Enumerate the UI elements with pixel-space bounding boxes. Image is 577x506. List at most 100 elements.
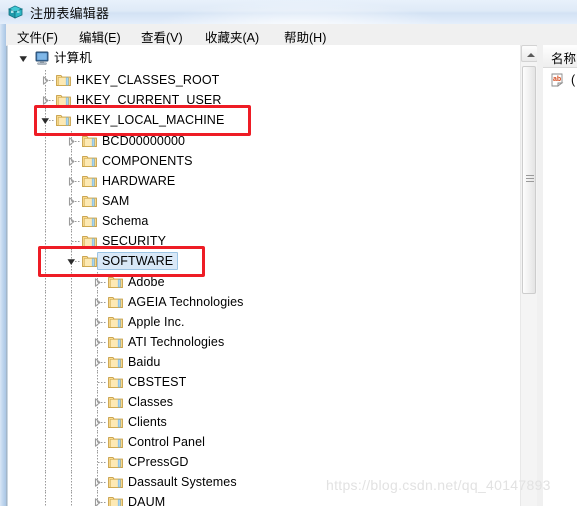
tree-row-3[interactable]: HKEY_CURRENT_USER — [8, 90, 520, 110]
tree-row-label: HKEY_CLASSES_ROOT — [76, 73, 220, 87]
scrollbar-thumb[interactable] — [522, 66, 536, 294]
tree-row-13[interactable]: AGEIA Technologies — [8, 292, 520, 312]
tree-row-label: BCD00000000 — [102, 134, 186, 148]
folder-icon — [108, 475, 123, 489]
tree-row-22[interactable]: Dassault Systemes — [8, 472, 520, 492]
tree-guide-line — [45, 452, 46, 472]
tree-guide-line — [98, 382, 107, 383]
tree-guide-line — [45, 292, 46, 312]
tree-guide-line — [72, 241, 81, 242]
tree-row-2[interactable]: HKEY_CLASSES_ROOT — [8, 70, 520, 90]
tree-row-23[interactable]: DAUM — [8, 492, 520, 506]
tree-guide-line — [45, 191, 46, 211]
tree-row-16[interactable]: Baidu — [8, 352, 520, 372]
tree-row-18[interactable]: Classes — [8, 392, 520, 412]
folder-icon — [82, 254, 97, 268]
tree-guide-line — [45, 151, 46, 171]
folder-icon — [108, 375, 123, 389]
window-title: 注册表编辑器 — [30, 6, 110, 21]
tree-row-8[interactable]: SAM — [8, 191, 520, 211]
values-list-pane[interactable]: 名称 ab ( — [543, 45, 577, 506]
expand-triangle-right-icon[interactable] — [40, 75, 51, 86]
expand-triangle-right-icon[interactable] — [40, 95, 51, 106]
tree-row-label: Control Panel — [128, 435, 206, 449]
expand-triangle-down-icon[interactable] — [66, 256, 77, 267]
tree-row-19[interactable]: Clients — [8, 412, 520, 432]
expand-triangle-right-icon[interactable] — [66, 216, 77, 227]
tree-vertical-scrollbar[interactable] — [520, 45, 538, 506]
tree-row-14[interactable]: Apple Inc. — [8, 312, 520, 332]
tree-guide-line — [71, 352, 72, 372]
expand-triangle-right-icon[interactable] — [92, 397, 103, 408]
expand-triangle-right-icon[interactable] — [92, 337, 103, 348]
tree-row-7[interactable]: HARDWARE — [8, 171, 520, 191]
title-bar: 注册表编辑器 — [0, 0, 577, 24]
expand-triangle-down-icon[interactable] — [40, 115, 51, 126]
folder-icon — [56, 73, 71, 87]
tree-row-label: Apple Inc. — [128, 315, 185, 329]
tree-row-11[interactable]: SOFTWARE — [8, 251, 520, 271]
tree-row-label: Dassault Systemes — [128, 475, 237, 489]
scrollbar-grip-icon — [526, 175, 534, 182]
expand-triangle-right-icon[interactable] — [92, 297, 103, 308]
expand-triangle-right-icon[interactable] — [66, 196, 77, 207]
expand-triangle-right-icon[interactable] — [92, 497, 103, 506]
expand-triangle-right-icon[interactable] — [66, 136, 77, 147]
tree-row-label: Adobe — [128, 275, 165, 289]
tree-guide-line — [45, 171, 46, 191]
tree-row-12[interactable]: Adobe — [8, 272, 520, 292]
tree-row-20[interactable]: Control Panel — [8, 432, 520, 452]
tree-guide-line — [45, 231, 46, 251]
tree-guide-line — [45, 492, 46, 506]
expand-triangle-right-icon[interactable] — [92, 277, 103, 288]
tree-guide-line — [71, 372, 72, 392]
registry-editor-window: 注册表编辑器 文件(F) 编辑(E) 查看(V) 收藏夹(A) 帮助(H) 计算机 HKE… — [0, 0, 577, 506]
tree-row-label: DAUM — [128, 495, 166, 506]
tree-guide-line — [71, 332, 72, 352]
tree-guide-line — [71, 492, 72, 506]
expand-triangle-right-icon[interactable] — [92, 317, 103, 328]
expand-triangle-right-icon[interactable] — [92, 477, 103, 488]
tree-row-6[interactable]: COMPONENTS — [8, 151, 520, 171]
menu-item-5[interactable]: 帮助(H) — [281, 26, 329, 47]
expand-triangle-down-icon[interactable] — [18, 53, 29, 64]
folder-icon — [108, 395, 123, 409]
registry-editor-icon — [7, 4, 24, 20]
tree-guide-line — [45, 251, 46, 271]
expand-triangle-right-icon[interactable] — [92, 417, 103, 428]
folder-icon — [82, 194, 97, 208]
tree-row-1[interactable]: 计算机 — [8, 48, 520, 68]
folder-icon — [108, 335, 123, 349]
scroll-up-button[interactable] — [521, 45, 538, 62]
tree-row-10[interactable]: SECURITY — [8, 231, 520, 251]
tree-row-15[interactable]: ATI Technologies — [8, 332, 520, 352]
list-item[interactable]: ab ( — [543, 71, 577, 91]
tree-row-label: SAM — [102, 194, 130, 208]
tree-guide-line — [45, 332, 46, 352]
menu-item-1[interactable]: 文件(F) — [14, 26, 61, 47]
tree-row-5[interactable]: BCD00000000 — [8, 131, 520, 151]
menu-item-4[interactable]: 收藏夹(A) — [202, 26, 262, 47]
tree-row-label: CBSTEST — [128, 375, 187, 389]
tree-row-label: COMPONENTS — [102, 154, 193, 168]
scroll-up-arrow-icon — [527, 53, 535, 57]
expand-triangle-right-icon[interactable] — [66, 176, 77, 187]
menu-item-2[interactable]: 编辑(E) — [76, 26, 124, 47]
tree-row-17[interactable]: CBSTEST — [8, 372, 520, 392]
tree-guide-line — [45, 392, 46, 412]
menu-item-3[interactable]: 查看(V) — [138, 26, 186, 47]
expand-triangle-right-icon[interactable] — [92, 437, 103, 448]
tree-guide-line — [71, 312, 72, 332]
tree-guide-line — [45, 211, 46, 231]
tree-row-4[interactable]: HKEY_LOCAL_MACHINE — [8, 110, 520, 130]
tree-row-label: ATI Technologies — [128, 335, 225, 349]
tree-row-21[interactable]: CPressGD — [8, 452, 520, 472]
column-header-name: 名称 — [551, 52, 577, 66]
registry-tree-pane[interactable]: 计算机 HKEY_CLASSES_ROOT HKEY_CURRENT_USER HKE… — [8, 45, 520, 506]
tree-row-9[interactable]: Schema — [8, 211, 520, 231]
tree-row-label: AGEIA Technologies — [128, 295, 244, 309]
expand-triangle-right-icon[interactable] — [92, 357, 103, 368]
main-content: 计算机 HKEY_CLASSES_ROOT HKEY_CURRENT_USER HKE… — [8, 45, 577, 506]
values-list-header[interactable]: 名称 — [543, 45, 577, 68]
expand-triangle-right-icon[interactable] — [66, 156, 77, 167]
